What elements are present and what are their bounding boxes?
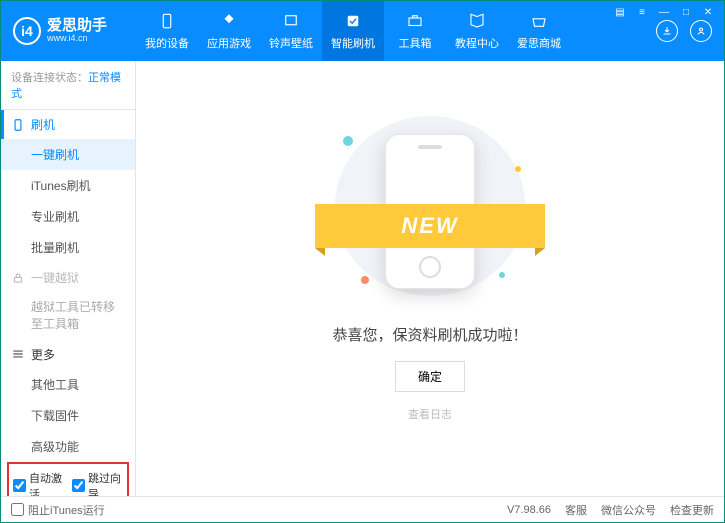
nav-ringtones[interactable]: 铃声壁纸 xyxy=(260,1,322,61)
skip-guide-checkbox[interactable]: 跳过向导 xyxy=(72,470,123,496)
menu-icon[interactable]: ▤ xyxy=(612,5,628,19)
download-button[interactable] xyxy=(656,20,678,42)
footer: 阻止iTunes运行 V7.98.66 客服 微信公众号 检查更新 xyxy=(1,496,724,522)
more-icon xyxy=(11,347,25,361)
main-content: NEW 恭喜您，保资料刷机成功啦！ 确定 查看日志 xyxy=(136,61,724,496)
nav-apps[interactable]: 应用游戏 xyxy=(198,1,260,61)
auto-activate-checkbox[interactable]: 自动激活 xyxy=(13,470,64,496)
confirm-button[interactable]: 确定 xyxy=(395,361,465,392)
nav-toolbox[interactable]: 工具箱 xyxy=(384,1,446,61)
app-subtitle: www.i4.cn xyxy=(47,34,107,44)
sidebar-other-tools[interactable]: 其他工具 xyxy=(1,369,135,400)
sidebar-jailbreak-note: 越狱工具已转移至工具箱 xyxy=(1,292,135,340)
window-controls: ▤ ≡ — □ ✕ xyxy=(612,5,716,19)
new-ribbon: NEW xyxy=(315,204,545,248)
wallpaper-icon xyxy=(281,11,301,31)
apps-icon xyxy=(219,11,239,31)
logo: i4 爱思助手 www.i4.cn xyxy=(1,17,136,45)
settings-icon[interactable]: ≡ xyxy=(634,5,650,19)
lock-icon xyxy=(11,271,25,285)
block-itunes-checkbox[interactable]: 阻止iTunes运行 xyxy=(11,502,105,518)
success-message: 恭喜您，保资料刷机成功啦！ xyxy=(332,324,527,345)
sidebar-itunes-flash[interactable]: iTunes刷机 xyxy=(1,170,135,201)
toolbox-icon xyxy=(405,11,425,31)
sidebar-advanced[interactable]: 高级功能 xyxy=(1,431,135,462)
view-log-link[interactable]: 查看日志 xyxy=(408,406,452,422)
wechat-link[interactable]: 微信公众号 xyxy=(601,502,656,518)
sidebar: 设备连接状态：正常模式 刷机 一键刷机 iTunes刷机 专业刷机 批量刷机 一… xyxy=(1,61,136,496)
phone-small-icon xyxy=(11,118,25,132)
sidebar-batch-flash[interactable]: 批量刷机 xyxy=(1,232,135,263)
flash-icon xyxy=(343,11,363,31)
app-window: ▤ ≡ — □ ✕ i4 爱思助手 www.i4.cn 我的设备 应用游戏 铃声 xyxy=(0,0,725,523)
sidebar-flash-header[interactable]: 刷机 xyxy=(1,110,135,139)
logo-icon: i4 xyxy=(13,17,41,45)
version-label: V7.98.66 xyxy=(507,504,551,516)
sidebar-jailbreak-header[interactable]: 一键越狱 xyxy=(1,263,135,292)
sidebar-pro-flash[interactable]: 专业刷机 xyxy=(1,201,135,232)
book-icon xyxy=(467,11,487,31)
close-icon[interactable]: ✕ xyxy=(700,5,716,19)
checkbox-highlight: 自动激活 跳过向导 xyxy=(7,462,129,496)
nav-flash[interactable]: 智能刷机 xyxy=(322,1,384,61)
store-icon xyxy=(529,11,549,31)
app-title: 爱思助手 xyxy=(47,18,107,35)
body: 设备连接状态：正常模式 刷机 一键刷机 iTunes刷机 专业刷机 批量刷机 一… xyxy=(1,61,724,496)
nav-tutorials[interactable]: 教程中心 xyxy=(446,1,508,61)
nav-my-device[interactable]: 我的设备 xyxy=(136,1,198,61)
sidebar-download-fw[interactable]: 下载固件 xyxy=(1,400,135,431)
sidebar-one-key-flash[interactable]: 一键刷机 xyxy=(1,139,135,170)
header-right xyxy=(656,20,724,42)
service-link[interactable]: 客服 xyxy=(565,502,587,518)
success-illustration: NEW xyxy=(335,116,525,296)
minimize-icon[interactable]: — xyxy=(656,5,672,19)
device-status: 设备连接状态：正常模式 xyxy=(1,61,135,110)
sidebar-more-header[interactable]: 更多 xyxy=(1,340,135,369)
nav-store[interactable]: 爱思商城 xyxy=(508,1,570,61)
phone-icon xyxy=(157,11,177,31)
user-button[interactable] xyxy=(690,20,712,42)
maximize-icon[interactable]: □ xyxy=(678,5,694,19)
main-nav: 我的设备 应用游戏 铃声壁纸 智能刷机 工具箱 教程中心 xyxy=(136,1,656,61)
check-update-link[interactable]: 检查更新 xyxy=(670,502,714,518)
